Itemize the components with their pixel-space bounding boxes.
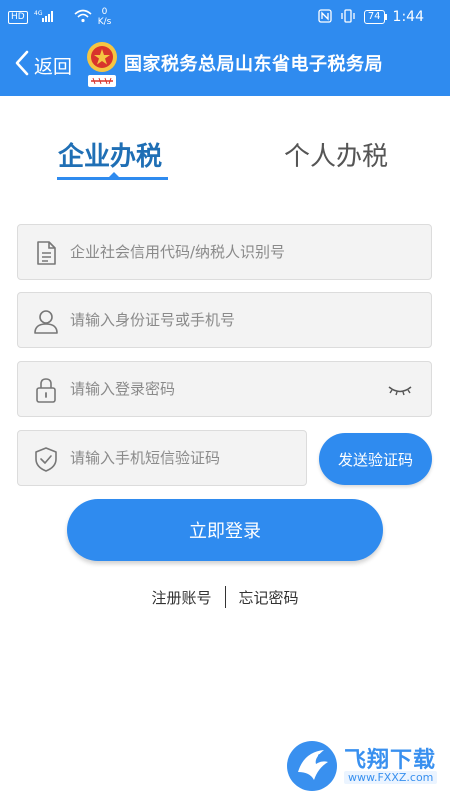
- active-tab-underline: [57, 177, 168, 180]
- page-title: 国家税务总局山东省电子税务局: [124, 54, 383, 75]
- account-links: 注册账号 忘记密码: [0, 586, 450, 608]
- eye-closed-icon[interactable]: [387, 380, 413, 400]
- password-input[interactable]: [70, 362, 383, 416]
- shield-icon: [32, 445, 60, 473]
- link-divider: [224, 586, 226, 608]
- status-right: 74 1:44: [318, 0, 424, 34]
- tax-emblem-icon: [84, 40, 120, 90]
- speed-value: 0: [101, 7, 108, 17]
- watermark-logo-icon: [284, 738, 340, 794]
- wifi-icon: [74, 9, 92, 26]
- site-watermark: 飞翔下载 www.FXXZ.com: [284, 738, 444, 794]
- app-header: 返回 国家税务总局山东省电子税务局: [0, 34, 450, 96]
- active-tab-caret: [109, 172, 119, 177]
- document-icon: [32, 239, 60, 267]
- user-icon: [32, 307, 60, 335]
- watermark-url: www.FXXZ.com: [344, 771, 438, 784]
- tab-personal[interactable]: 个人办税: [284, 136, 388, 173]
- password-field: [17, 361, 432, 417]
- signal-icon: 4G: [34, 9, 68, 26]
- forgot-password-link[interactable]: 忘记密码: [239, 587, 299, 608]
- clock: 1:44: [392, 9, 424, 25]
- lock-icon: [32, 376, 60, 404]
- status-left: HD 4G 0 K/s: [8, 0, 111, 34]
- vibrate-icon: [340, 8, 356, 26]
- sms-code-input[interactable]: [70, 431, 300, 485]
- back-button[interactable]: 返回: [14, 34, 72, 96]
- back-label: 返回: [34, 55, 73, 78]
- battery-indicator: 74: [363, 10, 387, 24]
- send-code-button[interactable]: 发送验证码: [319, 433, 432, 485]
- credit-code-input[interactable]: [70, 225, 383, 279]
- nfc-icon: [318, 8, 332, 26]
- chevron-left-icon: [14, 50, 30, 80]
- watermark-brand: 飞翔下载: [344, 748, 437, 773]
- speed-unit: K/s: [97, 17, 112, 27]
- network-speed: 0 K/s: [98, 7, 112, 27]
- sms-code-field: [17, 430, 307, 486]
- hd-badge: HD: [8, 10, 28, 24]
- id-phone-field: [17, 292, 432, 348]
- login-button[interactable]: 立即登录: [67, 499, 383, 561]
- tab-enterprise[interactable]: 企业办税: [58, 136, 162, 173]
- id-phone-input[interactable]: [70, 293, 383, 347]
- status-bar: HD 4G 0 K/s 74 1:44: [0, 0, 450, 34]
- credit-code-field: [17, 224, 432, 280]
- network-type: 4G: [34, 10, 43, 17]
- register-link[interactable]: 注册账号: [151, 587, 211, 608]
